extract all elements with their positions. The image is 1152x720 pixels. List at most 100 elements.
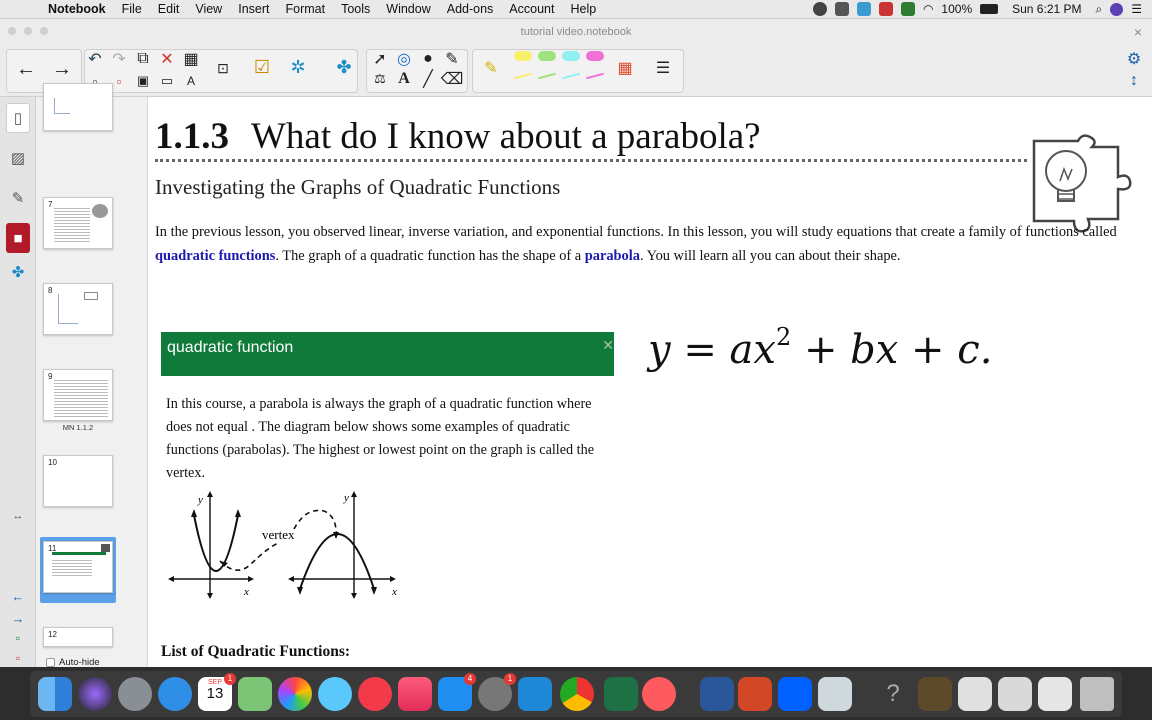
fill-tool-icon[interactable]: ●: [418, 49, 438, 69]
finder-icon[interactable]: [38, 677, 72, 711]
definition-close-icon[interactable]: ✕: [602, 337, 614, 354]
undo-icon[interactable]: ↶: [86, 49, 104, 69]
menu-edit[interactable]: Edit: [150, 0, 188, 19]
magic-pen-icon[interactable]: ✎: [442, 49, 462, 69]
messages-icon[interactable]: [318, 677, 352, 711]
spiral-app-icon[interactable]: [642, 677, 676, 711]
pen-color-green[interactable]: [538, 51, 556, 61]
addons-tab-icon[interactable]: ✤: [6, 257, 30, 287]
minimize-window-button[interactable]: [24, 27, 32, 35]
autohide-checkbox[interactable]: [46, 658, 55, 667]
definition-header[interactable]: quadratic function ✕: [161, 332, 614, 376]
search-icon[interactable]: ⌕: [1096, 2, 1103, 17]
properties-tab-icon[interactable]: ■: [6, 223, 30, 253]
stack-icon-3[interactable]: [1038, 677, 1072, 711]
status-icon-1[interactable]: [812, 2, 827, 16]
delete-icon[interactable]: ✕: [158, 49, 176, 69]
intro-paragraph[interactable]: In the previous lesson, you observed lin…: [155, 221, 1145, 268]
menu-format[interactable]: Format: [277, 0, 333, 19]
page-thumb-selected[interactable]: 11: [43, 541, 113, 593]
menu-tools[interactable]: Tools: [333, 0, 378, 19]
gallery-tab-icon[interactable]: ▨: [6, 143, 30, 173]
notebook-app-icon[interactable]: [518, 677, 552, 711]
page-sorter-tab-icon[interactable]: ▯: [6, 103, 30, 133]
zoom-window-button[interactable]: [40, 27, 48, 35]
list-heading[interactable]: List of Quadratic Functions:: [161, 643, 350, 661]
siri-icon[interactable]: [1110, 2, 1124, 16]
pen-color-yellow[interactable]: [514, 51, 532, 61]
highlighter-pen-icon[interactable]: ✎: [480, 57, 502, 79]
definition-body[interactable]: In this course, a parabola is always the…: [166, 393, 606, 485]
page-thumb[interactable]: [43, 83, 113, 131]
excel-icon[interactable]: [604, 677, 638, 711]
redo-icon[interactable]: ↷: [110, 49, 128, 69]
battery-icon[interactable]: [980, 4, 999, 14]
menu-help[interactable]: Help: [562, 0, 604, 19]
menu-account[interactable]: Account: [501, 0, 562, 19]
menu-window[interactable]: Window: [378, 0, 438, 19]
window-close-icon[interactable]: ×: [1134, 24, 1142, 40]
save-icon[interactable]: ▣: [134, 71, 152, 91]
close-window-button[interactable]: [8, 27, 16, 35]
settings-gear-icon[interactable]: ⚙: [1124, 49, 1144, 69]
page-subtitle[interactable]: Investigating the Graphs of Quadratic Fu…: [155, 175, 560, 200]
menu-addons[interactable]: Add-ons: [439, 0, 502, 19]
screen-shade-icon[interactable]: ▭: [158, 71, 176, 91]
preview-icon[interactable]: [818, 677, 852, 711]
stack-icon-1[interactable]: [958, 677, 992, 711]
wifi-icon[interactable]: ◠: [923, 2, 933, 16]
music-icon[interactable]: [398, 677, 432, 711]
page-thumb[interactable]: 7: [43, 197, 113, 249]
photos-icon[interactable]: [278, 677, 312, 711]
launchpad-icon[interactable]: [118, 677, 152, 711]
menu-insert[interactable]: Insert: [230, 0, 277, 19]
eraser-icon[interactable]: ⌫: [441, 69, 464, 89]
status-icon-5[interactable]: [900, 2, 915, 16]
menu-view[interactable]: View: [187, 0, 230, 19]
notebook-page[interactable]: 1.1.3 What do I know about a parabola? In…: [148, 97, 1152, 667]
pen-color-pink[interactable]: [586, 51, 604, 61]
word-icon[interactable]: [700, 677, 734, 711]
response-icon[interactable]: ✲: [286, 55, 310, 79]
folder-photo-icon[interactable]: [918, 677, 952, 711]
status-icon-2[interactable]: [834, 2, 849, 16]
measure-tool-icon[interactable]: ⚖: [370, 69, 390, 89]
dropbox-icon[interactable]: [778, 677, 812, 711]
activity-builder-icon[interactable]: ☑: [250, 55, 274, 79]
status-icon-3[interactable]: [856, 2, 871, 16]
screen-capture-icon[interactable]: ⊡: [212, 57, 234, 79]
line-style-icon[interactable]: ☰: [652, 57, 674, 79]
page-thumb[interactable]: 10: [43, 455, 113, 507]
page-title[interactable]: 1.1.3 What do I know about a parabola?: [155, 115, 761, 158]
clone-icon[interactable]: ⧉: [134, 49, 152, 69]
attachments-tab-icon[interactable]: ✎: [6, 183, 30, 213]
menu-app-name[interactable]: Notebook: [40, 0, 114, 19]
line-tool-icon[interactable]: ╱: [418, 69, 438, 89]
page-thumb[interactable]: 12: [43, 627, 113, 647]
chrome-icon[interactable]: [560, 677, 594, 711]
safari-icon[interactable]: [158, 677, 192, 711]
text-recognition-icon[interactable]: A: [182, 71, 200, 91]
shapes-tool-icon[interactable]: ◎: [394, 49, 414, 69]
news-icon[interactable]: [358, 677, 392, 711]
maps-icon[interactable]: [238, 677, 272, 711]
thumb-menu-icon[interactable]: [101, 544, 110, 552]
status-icon-4[interactable]: [878, 2, 893, 16]
pen-color-cyan[interactable]: [562, 51, 580, 61]
quadratic-formula[interactable]: y = ax2 + bx + c.: [648, 323, 992, 373]
addons-icon[interactable]: ✤: [332, 55, 356, 79]
help-icon[interactable]: ?: [876, 677, 910, 711]
stack-icon-2[interactable]: [998, 677, 1032, 711]
battery-percent[interactable]: 100%: [941, 2, 972, 16]
text-tool-icon[interactable]: A: [394, 69, 414, 89]
clock[interactable]: Sun 6:21 PM: [1012, 2, 1081, 16]
color-palette-icon[interactable]: ▦: [614, 57, 636, 79]
siri-app-icon[interactable]: [78, 677, 112, 711]
notification-center-icon[interactable]: ☰: [1131, 2, 1142, 16]
toolbar-position-icon[interactable]: ↕: [1124, 71, 1144, 91]
page-thumb[interactable]: 9: [43, 369, 113, 421]
table-icon[interactable]: ▦: [182, 49, 200, 69]
menu-file[interactable]: File: [114, 0, 150, 19]
trash-icon[interactable]: [1080, 677, 1114, 711]
parabola-diagram[interactable]: vertex x y x y: [166, 487, 406, 607]
